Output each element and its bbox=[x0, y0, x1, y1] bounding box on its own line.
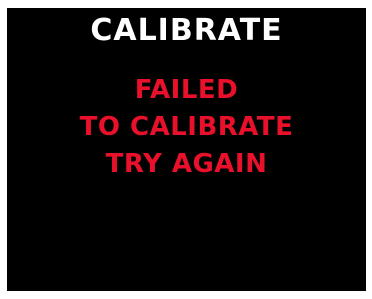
display-screen: CALIBRATE FAILED TO CALIBRATE TRY AGAIN bbox=[7, 8, 366, 291]
screen-title: CALIBRATE bbox=[90, 13, 283, 48]
error-line-to-calibrate: TO CALIBRATE bbox=[79, 112, 294, 142]
error-line-failed: FAILED bbox=[134, 75, 239, 105]
device-frame: CALIBRATE FAILED TO CALIBRATE TRY AGAIN bbox=[0, 0, 372, 299]
error-line-try-again: TRY AGAIN bbox=[105, 149, 268, 179]
error-message: FAILED TO CALIBRATE TRY AGAIN bbox=[7, 72, 366, 183]
